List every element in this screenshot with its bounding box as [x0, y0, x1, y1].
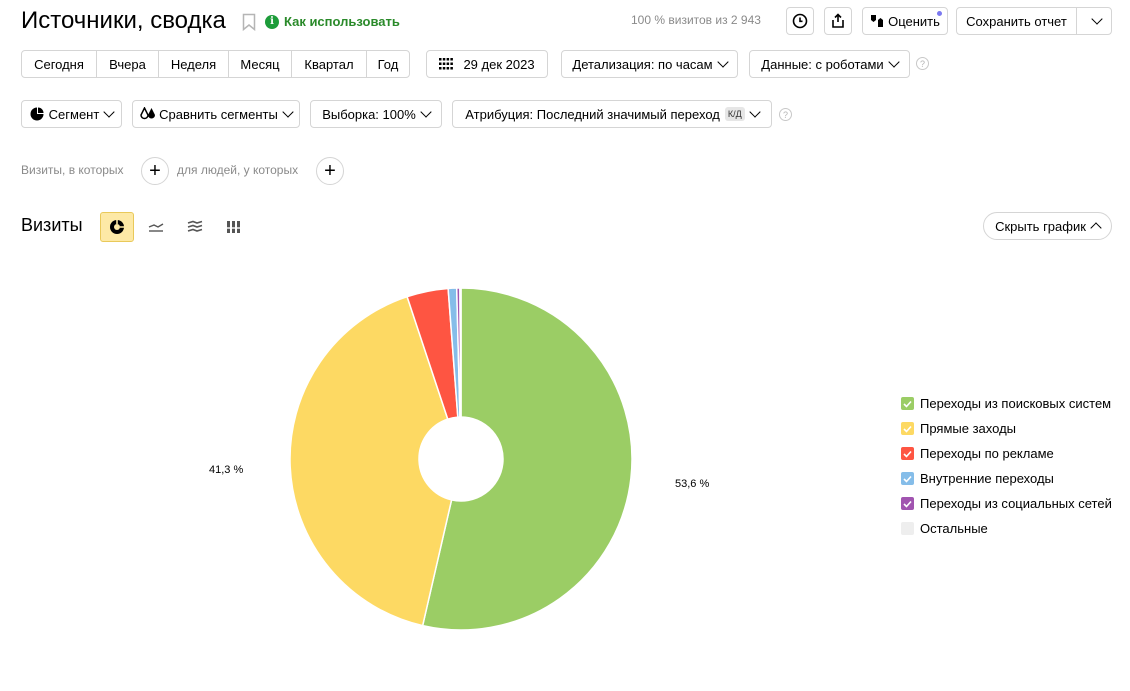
- date-picker[interactable]: 29 дек 2023: [426, 50, 548, 78]
- pie-label-direct: 41,3 %: [209, 464, 244, 476]
- chevron-up-icon: [1090, 222, 1102, 234]
- checkbox-icon[interactable]: [901, 522, 914, 535]
- detail-label: Детализация: по часам: [572, 56, 713, 72]
- help-icon[interactable]: ?: [916, 57, 929, 70]
- data-mode-dropdown[interactable]: Данные: с роботами: [749, 50, 910, 78]
- pie-chart-icon: [110, 220, 124, 234]
- segment-dropdown[interactable]: Сегмент: [21, 100, 122, 128]
- legend-item[interactable]: Переходы из поисковых систем: [901, 391, 1112, 416]
- chevron-down-icon: [1091, 13, 1103, 25]
- export-button[interactable]: [824, 7, 852, 35]
- date-label: 29 дек 2023: [463, 56, 535, 72]
- chevron-down-icon: [888, 56, 900, 68]
- visits-pie-chart[interactable]: [280, 278, 642, 640]
- chevron-down-icon: [420, 106, 432, 118]
- chevron-down-icon: [282, 106, 294, 118]
- visits-info: 100 % визитов из 2 943: [631, 13, 761, 27]
- line-chart-icon: [148, 223, 164, 232]
- checkbox-icon[interactable]: [901, 422, 914, 435]
- legend-item[interactable]: Прямые заходы: [901, 416, 1112, 441]
- rate-button[interactable]: Оценить: [862, 7, 948, 35]
- section-title: Визиты: [21, 215, 83, 235]
- save-report-group[interactable]: Сохранить отчет: [956, 7, 1112, 35]
- chart-legend: Переходы из поисковых систем Прямые заход…: [901, 391, 1112, 541]
- sample-label: Выборка: 100%: [322, 106, 416, 122]
- hide-chart-button[interactable]: Скрыть график: [983, 212, 1112, 240]
- pie-view-button[interactable]: [100, 212, 134, 242]
- attribution-label: Атрибуция: Последний значимый переход: [465, 106, 720, 122]
- legend-item[interactable]: Переходы по рекламе: [901, 441, 1112, 466]
- thumbs-icon: [871, 15, 884, 27]
- attribution-badge: К/Д: [724, 107, 745, 121]
- people-filter-label: для людей, у которых: [177, 163, 299, 177]
- legend-label: Переходы по рекламе: [920, 446, 1054, 461]
- legend-label: Внутренние переходы: [920, 471, 1054, 486]
- pie-slice-5[interactable]: [459, 287, 462, 418]
- legend-label: Прямые заходы: [920, 421, 1017, 436]
- period-month[interactable]: Месяц: [229, 51, 292, 77]
- visits-filter-label: Визиты, в которых: [21, 163, 124, 177]
- chevron-down-icon: [716, 56, 729, 68]
- compare-segments-dropdown[interactable]: Сравнить сегменты: [132, 100, 300, 128]
- data-mode-label: Данные: с роботами: [761, 56, 884, 72]
- checkbox-icon[interactable]: [901, 472, 914, 485]
- compare-label: Сравнить сегменты: [159, 106, 278, 122]
- period-year[interactable]: Год: [367, 51, 409, 77]
- pie-segment-icon: [30, 107, 44, 121]
- segment-label: Сегмент: [48, 106, 100, 122]
- page-title: Источники, сводка: [21, 7, 226, 34]
- save-report-button[interactable]: Сохранить отчет: [957, 8, 1077, 34]
- sample-dropdown[interactable]: Выборка: 100%: [310, 100, 442, 128]
- add-people-filter-button[interactable]: +: [316, 157, 344, 185]
- chevron-down-icon: [749, 106, 761, 118]
- period-selector[interactable]: Сегодня Вчера Неделя Месяц Квартал Год: [21, 50, 410, 78]
- legend-label: Остальные: [920, 521, 988, 536]
- help-icon[interactable]: ?: [779, 108, 792, 121]
- compare-drops-icon: [140, 107, 156, 120]
- share-icon: [832, 13, 844, 28]
- pie-label-search: 53,6 %: [675, 478, 710, 490]
- area-chart-icon: [187, 220, 203, 232]
- checkbox-icon[interactable]: [901, 497, 914, 510]
- bar-view-button[interactable]: [217, 212, 251, 242]
- bookmark-icon[interactable]: [242, 13, 256, 31]
- checkbox-icon[interactable]: [901, 447, 914, 460]
- rate-label: Оценить: [888, 13, 940, 29]
- info-icon: i: [265, 14, 279, 29]
- legend-label: Переходы из социальных сетей: [920, 496, 1112, 511]
- bar-chart-icon: [227, 221, 241, 233]
- calendar-icon: [439, 58, 454, 70]
- history-button[interactable]: [786, 7, 814, 35]
- how-to-use-link[interactable]: i Как использовать: [265, 14, 400, 29]
- clock-icon: [792, 13, 808, 29]
- save-report-dropdown[interactable]: [1077, 8, 1111, 34]
- chevron-down-icon: [103, 106, 115, 118]
- legend-item[interactable]: Переходы из социальных сетей: [901, 491, 1112, 516]
- legend-item[interactable]: Остальные: [901, 516, 1112, 541]
- period-yesterday[interactable]: Вчера: [97, 51, 159, 77]
- period-today[interactable]: Сегодня: [22, 51, 97, 77]
- how-to-use-label: Как использовать: [284, 14, 400, 29]
- line-view-button[interactable]: [139, 212, 173, 242]
- period-quarter[interactable]: Квартал: [292, 51, 367, 77]
- attribution-dropdown[interactable]: Атрибуция: Последний значимый переход К/…: [452, 100, 772, 128]
- legend-item[interactable]: Внутренние переходы: [901, 466, 1112, 491]
- period-week[interactable]: Неделя: [159, 51, 229, 77]
- notification-dot: [936, 10, 943, 17]
- legend-label: Переходы из поисковых систем: [920, 396, 1112, 411]
- add-visits-filter-button[interactable]: +: [141, 157, 169, 185]
- checkbox-icon[interactable]: [901, 397, 914, 410]
- area-view-button[interactable]: [178, 212, 212, 242]
- detail-dropdown[interactable]: Детализация: по часам: [561, 50, 738, 78]
- hide-chart-label: Скрыть график: [995, 218, 1086, 234]
